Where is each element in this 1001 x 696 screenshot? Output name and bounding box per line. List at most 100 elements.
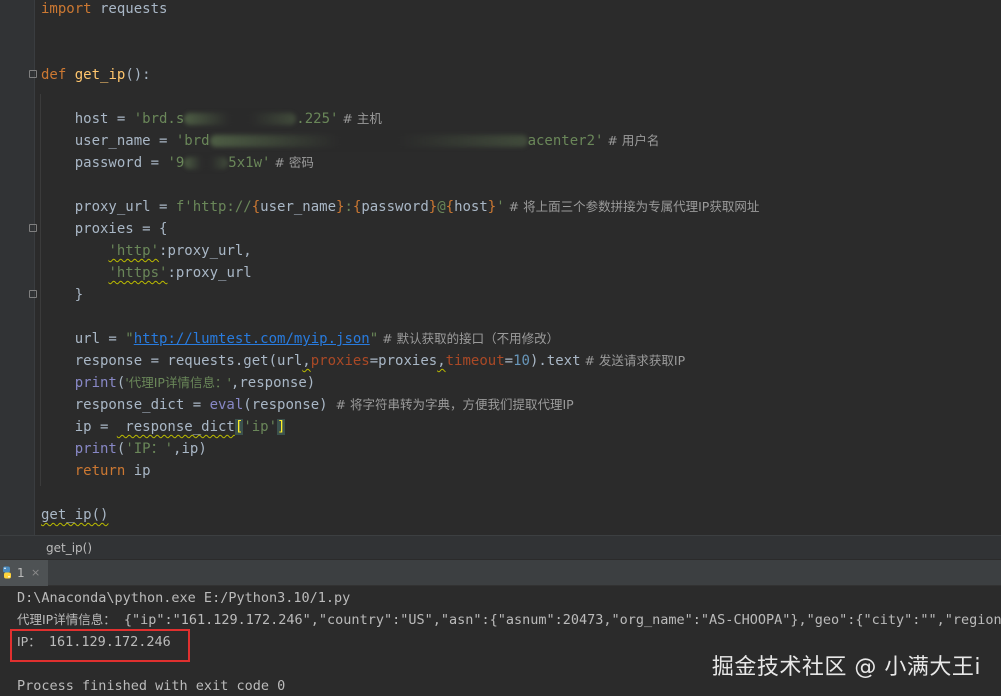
string-literal: 'IP：'	[125, 441, 174, 457]
builtin-function: print	[74, 441, 117, 457]
code-token: response = requests.get(url	[41, 353, 303, 369]
code-token: url =	[41, 331, 126, 347]
run-tab-label: 1	[17, 566, 25, 580]
breadcrumb: get_ip()	[0, 535, 1001, 560]
code-line: }	[41, 284, 83, 306]
redacted-text	[184, 157, 229, 169]
highlight-box	[10, 629, 190, 662]
keyword: def	[41, 67, 67, 83]
comment: # 发送请求获取IP	[580, 353, 686, 368]
console-label: 代理IP详情信息：	[17, 612, 116, 627]
string-literal: "	[369, 331, 379, 347]
run-tab[interactable]: 1 ×	[0, 560, 48, 586]
python-icon	[3, 566, 11, 579]
code-token: password =	[41, 155, 168, 171]
comment: # 将字符串转为字典，方便我们提取代理IP	[327, 397, 574, 412]
code-token: response_dict	[116, 419, 235, 435]
code-token: {	[251, 199, 261, 215]
breadcrumb-item[interactable]: get_ip()	[46, 536, 92, 560]
code-token: {	[445, 199, 455, 215]
code-token: ,	[302, 353, 311, 369]
code-token: =proxies	[369, 353, 438, 369]
fold-marker-icon[interactable]	[29, 70, 37, 78]
code-token: :proxy_url,	[159, 243, 252, 259]
code-token: ():	[125, 67, 151, 83]
run-tool-window-header: 1 ×	[0, 560, 1001, 586]
code-token: :proxy_url	[167, 265, 252, 281]
code-line: response = requests.get(url,proxies=prox…	[41, 350, 685, 372]
code-token: password	[361, 199, 429, 215]
console-json-output: {"ip":"161.129.172.246","country":"US","…	[115, 612, 1001, 628]
builtin-function: print	[74, 375, 117, 391]
code-token: response_dict =	[41, 397, 210, 413]
console-line: Process finished with exit code 0	[17, 678, 286, 694]
keyword: return	[74, 463, 126, 479]
code-line: proxy_url = f'http://{user_name}:{passwo…	[41, 196, 760, 218]
close-icon[interactable]: ×	[31, 560, 40, 586]
console-line: 代理IP详情信息： {"ip":"161.129.172.246","count…	[17, 609, 1001, 631]
code-token: ,response)	[230, 375, 316, 391]
redacted-text	[184, 113, 297, 125]
string-literal: '代理IP详情信息：'	[125, 375, 231, 390]
string-literal: 'https'	[108, 265, 168, 281]
run-console[interactable]: D:\Anaconda\python.exe E:/Python3.10/1.p…	[0, 586, 1001, 696]
matched-bracket: ]	[277, 419, 286, 435]
comment: # 默认获取的接口（不用修改）	[378, 331, 560, 346]
code-token: user_name =	[41, 133, 176, 149]
comment: # 密码	[270, 155, 314, 170]
fold-marker-icon[interactable]	[29, 224, 37, 232]
code-token: =	[504, 353, 514, 369]
comment: # 将上面三个参数拼接为专属代理IP获取网址	[504, 199, 760, 214]
code-token: }	[428, 199, 438, 215]
code-line: host = 'brd.s .225' # 主机	[41, 108, 382, 130]
comment: # 主机	[338, 111, 382, 126]
string-literal: f'http://	[175, 199, 252, 215]
code-line: 'https':proxy_url	[41, 262, 252, 284]
function-name: get_ip	[74, 67, 126, 83]
code-token: ip =	[41, 419, 117, 435]
code-token: ).text	[529, 353, 581, 369]
code-line: user_name = 'brd acenter2' # 用户名	[41, 130, 660, 152]
code-token: (response)	[243, 397, 328, 413]
code-line: print('代理IP详情信息：',response)	[41, 372, 316, 394]
code-token: ip	[125, 463, 151, 479]
code-line: proxies = {	[41, 218, 168, 240]
string-literal: @	[437, 199, 446, 215]
string-literal: 5x1w'	[228, 155, 271, 171]
builtin-function: eval	[209, 397, 244, 413]
code-line: get_ip()	[41, 504, 108, 526]
redacted-text	[209, 135, 528, 147]
function-call: get_ip()	[41, 507, 109, 523]
param-name: timeout	[445, 353, 505, 369]
string-literal: 'brd	[175, 133, 210, 149]
url-link[interactable]: http://lumtest.com/myip.json	[134, 331, 370, 347]
code-line: print('IP：',ip)	[41, 438, 207, 460]
watermark: 掘金技术社区 @ 小满大王i	[711, 655, 981, 680]
fold-marker-icon[interactable]	[29, 290, 37, 298]
string-literal: '	[496, 199, 505, 215]
code-token: ,	[437, 353, 446, 369]
code-token: }	[41, 287, 84, 303]
string-literal: "	[125, 331, 134, 347]
code-line: password = '9 5x1w' # 密码	[41, 152, 314, 174]
param-name: proxies	[310, 353, 370, 369]
string-literal: '9	[167, 155, 185, 171]
string-literal: :	[344, 199, 353, 215]
string-literal: 'http'	[108, 243, 160, 259]
keyword: import	[41, 1, 92, 17]
comment: # 用户名	[603, 133, 660, 148]
code-token: user_name	[260, 199, 337, 215]
code-line: import requests	[41, 0, 167, 20]
code-editor[interactable]: import requests def get_ip(): host = 'br…	[0, 0, 1001, 535]
number-literal: 10	[513, 353, 530, 369]
code-token: }	[487, 199, 497, 215]
string-literal: 'brd.s	[133, 111, 185, 127]
code-token: host	[454, 199, 488, 215]
code-line: 'http':proxy_url,	[41, 240, 252, 262]
editor-gutter	[0, 0, 35, 535]
code-line: def get_ip():	[41, 64, 151, 86]
code-token: ,ip)	[173, 441, 207, 457]
code-token: proxies = {	[41, 221, 168, 237]
string-literal: acenter2'	[527, 133, 604, 149]
string-literal: .225'	[296, 111, 339, 127]
